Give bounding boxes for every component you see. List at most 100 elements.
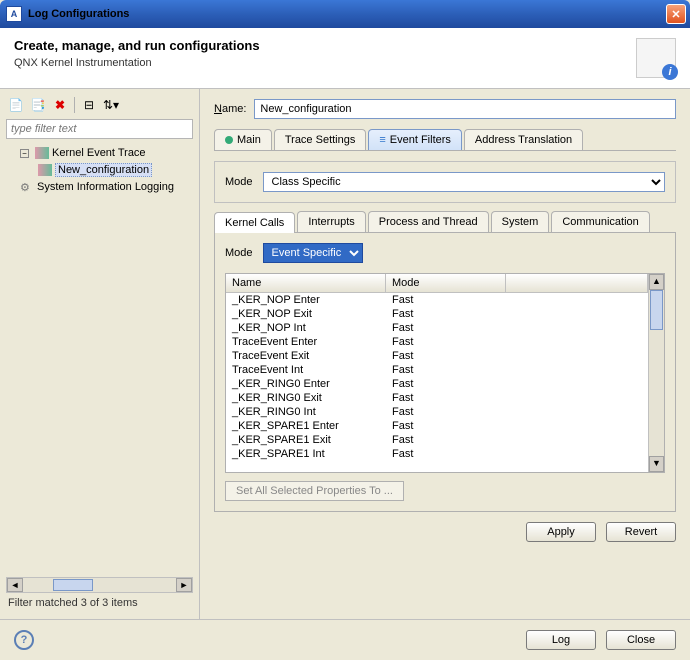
cell-name: _KER_SPARE1 Enter — [226, 419, 386, 433]
mode-label: Mode — [225, 176, 253, 188]
sub-tabs: Kernel Calls Interrupts Process and Thre… — [214, 211, 676, 233]
header-icon — [636, 38, 676, 78]
apply-button[interactable]: Apply — [526, 522, 596, 542]
cell-mode: Fast — [386, 335, 506, 349]
event-table: Name Mode _KER_NOP EnterFast_KER_NOP Exi… — [225, 273, 665, 473]
subtab-process-thread[interactable]: Process and Thread — [368, 211, 489, 232]
cell-mode: Fast — [386, 405, 506, 419]
table-row[interactable]: _KER_SPARE1 EnterFast — [226, 419, 648, 433]
sidebar: 📄 📑 ✖ ⊟ ⇅▾ − Kernel Event Trace New_conf… — [0, 89, 200, 619]
mode-group: Mode Class Specific — [214, 161, 676, 203]
col-empty — [506, 274, 648, 292]
cell-name: _KER_SPARE1 Exit — [226, 433, 386, 447]
duplicate-icon[interactable]: 📑 — [30, 97, 46, 113]
table-row[interactable]: TraceEvent ExitFast — [226, 349, 648, 363]
app-icon: A — [6, 6, 22, 22]
tab-main[interactable]: Main — [214, 129, 272, 150]
config-panel: Name: Main Trace Settings ≡Event Filters… — [200, 89, 690, 619]
log-button[interactable]: Log — [526, 630, 596, 650]
cell-name: _KER_RING0 Int — [226, 405, 386, 419]
subtab-system[interactable]: System — [491, 211, 550, 232]
collapse-icon[interactable]: ⊟ — [81, 97, 97, 113]
filter-status: Filter matched 3 of 3 items — [6, 593, 193, 613]
trace-icon — [38, 164, 52, 176]
header-title: Create, manage, and run configurations — [14, 38, 636, 53]
scroll-up-icon[interactable]: ▲ — [649, 274, 664, 290]
cell-mode: Fast — [386, 363, 506, 377]
cell-name: _KER_RING0 Enter — [226, 377, 386, 391]
table-row[interactable]: _KER_NOP EnterFast — [226, 293, 648, 307]
trace-icon — [35, 147, 49, 159]
mode-select[interactable]: Class Specific — [263, 172, 665, 192]
twisty-icon[interactable]: − — [20, 149, 29, 158]
col-mode[interactable]: Mode — [386, 274, 506, 292]
filter-icon: ≡ — [379, 134, 385, 146]
sidebar-hscrollbar[interactable]: ◄ ► — [6, 577, 193, 593]
new-config-icon[interactable]: 📄 — [8, 97, 24, 113]
cell-mode: Fast — [386, 447, 506, 461]
cell-name: TraceEvent Enter — [226, 335, 386, 349]
dialog-header: Create, manage, and run configurations Q… — [0, 28, 690, 89]
cell-name: _KER_RING0 Exit — [226, 391, 386, 405]
sub-mode-select[interactable]: Event Specific — [263, 243, 363, 263]
cell-mode: Fast — [386, 419, 506, 433]
subtab-interrupts[interactable]: Interrupts — [297, 211, 365, 232]
sidebar-toolbar: 📄 📑 ✖ ⊟ ⇅▾ — [6, 95, 193, 119]
table-row[interactable]: _KER_SPARE1 ExitFast — [226, 433, 648, 447]
window-close-button[interactable]: ✕ — [666, 4, 686, 24]
gear-icon: ⚙ — [20, 181, 34, 193]
cell-name: _KER_SPARE1 Int — [226, 447, 386, 461]
delete-icon[interactable]: ✖ — [52, 97, 68, 113]
help-icon[interactable]: ? — [14, 630, 34, 650]
filter-menu-icon[interactable]: ⇅▾ — [103, 97, 119, 113]
table-row[interactable]: _KER_SPARE1 IntFast — [226, 447, 648, 461]
scroll-left-icon[interactable]: ◄ — [7, 578, 23, 592]
cell-name: _KER_NOP Exit — [226, 307, 386, 321]
cell-name: _KER_NOP Enter — [226, 293, 386, 307]
cell-name: TraceEvent Exit — [226, 349, 386, 363]
tab-event-filters[interactable]: ≡Event Filters — [368, 129, 462, 150]
table-row[interactable]: _KER_NOP IntFast — [226, 321, 648, 335]
tree-node-system-info-logging[interactable]: ⚙ System Information Logging — [6, 179, 193, 195]
scroll-thumb[interactable] — [650, 290, 663, 330]
cell-mode: Fast — [386, 321, 506, 335]
table-row[interactable]: _KER_NOP ExitFast — [226, 307, 648, 321]
filter-input[interactable] — [6, 119, 193, 139]
cell-name: _KER_NOP Int — [226, 321, 386, 335]
table-row[interactable]: TraceEvent EnterFast — [226, 335, 648, 349]
sub-mode-label: Mode — [225, 247, 253, 259]
titlebar: A Log Configurations ✕ — [0, 0, 690, 28]
table-row[interactable]: _KER_RING0 EnterFast — [226, 377, 648, 391]
subtab-communication[interactable]: Communication — [551, 211, 649, 232]
revert-button[interactable]: Revert — [606, 522, 676, 542]
main-tabs: Main Trace Settings ≡Event Filters Addre… — [214, 129, 676, 151]
tree-node-new-configuration[interactable]: New_configuration — [6, 161, 193, 179]
cell-mode: Fast — [386, 307, 506, 321]
name-label: Name: — [214, 103, 246, 115]
scroll-thumb[interactable] — [53, 579, 93, 591]
cell-mode: Fast — [386, 293, 506, 307]
tab-trace-settings[interactable]: Trace Settings — [274, 129, 367, 150]
scroll-down-icon[interactable]: ▼ — [649, 456, 664, 472]
dialog-footer: ? Log Close — [0, 619, 690, 660]
set-all-button[interactable]: Set All Selected Properties To ... — [225, 481, 404, 501]
scroll-right-icon[interactable]: ► — [176, 578, 192, 592]
table-row[interactable]: _KER_RING0 ExitFast — [226, 391, 648, 405]
col-name[interactable]: Name — [226, 274, 386, 292]
cell-name: TraceEvent Int — [226, 363, 386, 377]
name-input[interactable] — [254, 99, 676, 119]
close-button[interactable]: Close — [606, 630, 676, 650]
sub-panel: Mode Event Specific Name Mode _KER_NOP E… — [214, 233, 676, 512]
table-row[interactable]: TraceEvent IntFast — [226, 363, 648, 377]
cell-mode: Fast — [386, 349, 506, 363]
config-tree: − Kernel Event Trace New_configuration ⚙… — [6, 139, 193, 577]
window-title: Log Configurations — [28, 8, 666, 20]
tab-address-translation[interactable]: Address Translation — [464, 129, 583, 150]
table-vscrollbar[interactable]: ▲ ▼ — [648, 274, 664, 472]
tree-node-kernel-event-trace[interactable]: − Kernel Event Trace — [6, 145, 193, 161]
cell-mode: Fast — [386, 391, 506, 405]
table-row[interactable]: _KER_RING0 IntFast — [226, 405, 648, 419]
subtab-kernel-calls[interactable]: Kernel Calls — [214, 212, 295, 233]
header-subtitle: QNX Kernel Instrumentation — [14, 57, 636, 69]
cell-mode: Fast — [386, 433, 506, 447]
